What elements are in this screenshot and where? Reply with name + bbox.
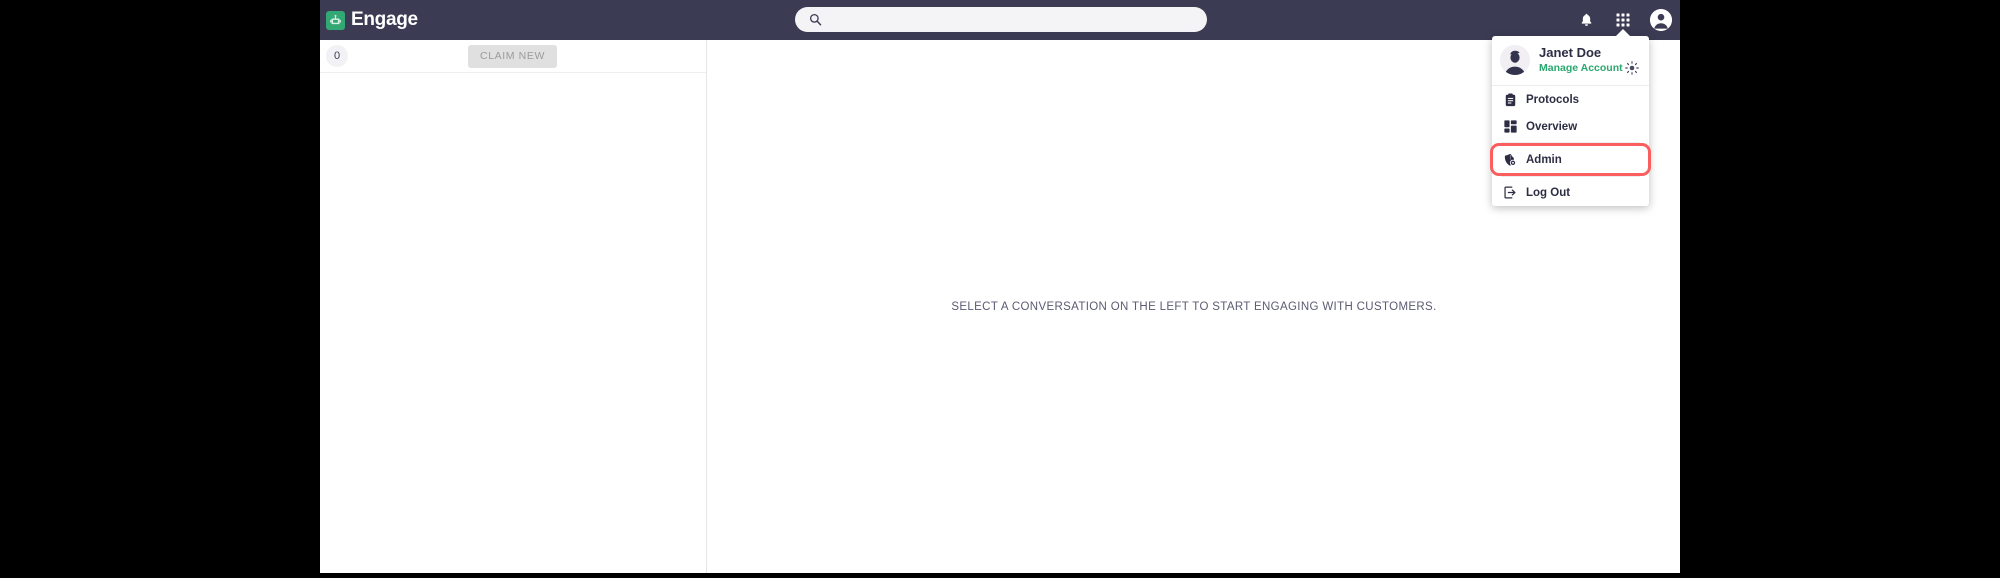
menu-item-label: Admin xyxy=(1526,153,1562,166)
engage-logo-icon xyxy=(326,10,345,30)
account-avatar xyxy=(1500,45,1530,75)
notifications-bell-icon[interactable] xyxy=(1576,10,1596,30)
account-user-name: Janet Doe xyxy=(1539,45,1602,60)
account-text-block: Janet Doe Manage Account xyxy=(1539,45,1623,75)
menu-item-overview[interactable]: Overview xyxy=(1492,113,1649,140)
dashboard-grid-icon xyxy=(1503,120,1517,134)
conversation-sidebar: 0 CLAIM NEW xyxy=(320,40,707,573)
conversation-list[interactable] xyxy=(320,73,706,572)
manage-account-link[interactable]: Manage Account xyxy=(1539,61,1623,75)
app-grid-icon[interactable] xyxy=(1613,10,1633,30)
avatar-icon[interactable] xyxy=(1650,9,1672,31)
logout-arrow-icon xyxy=(1503,186,1517,200)
brand-name: Engage xyxy=(351,9,418,30)
brand-logo[interactable]: Engage xyxy=(326,9,418,31)
application-window: Engage 0 CLAIM NEW SELECT A CONVERSATION… xyxy=(320,0,1680,573)
claim-new-button[interactable]: CLAIM NEW xyxy=(468,44,557,68)
menu-item-log-out[interactable]: Log Out xyxy=(1492,179,1649,206)
menu-item-label: Overview xyxy=(1526,120,1578,133)
menu-item-admin[interactable]: Admin xyxy=(1490,143,1651,176)
menu-item-protocols[interactable]: Protocols xyxy=(1492,86,1649,113)
menu-divider xyxy=(1501,142,1640,143)
conversation-sidebar-header: 0 CLAIM NEW xyxy=(320,40,706,73)
menu-item-label: Log Out xyxy=(1526,186,1571,199)
menu-item-label: Protocols xyxy=(1526,93,1580,106)
clipboard-icon xyxy=(1503,93,1517,107)
account-dropdown-menu: Janet Doe Manage Account Protocols Overv… xyxy=(1490,29,1651,206)
search-input[interactable] xyxy=(795,7,1207,32)
empty-state-text: SELECT A CONVERSATION ON THE LEFT TO STA… xyxy=(951,300,1437,313)
search-container xyxy=(795,7,1207,32)
top-navigation-bar: Engage xyxy=(320,0,1680,40)
sun-icon[interactable] xyxy=(1625,61,1639,75)
admin-shield-icon xyxy=(1503,153,1517,167)
unread-count-badge: 0 xyxy=(326,45,348,67)
account-header: Janet Doe Manage Account xyxy=(1492,36,1649,86)
menu-divider xyxy=(1501,176,1640,177)
